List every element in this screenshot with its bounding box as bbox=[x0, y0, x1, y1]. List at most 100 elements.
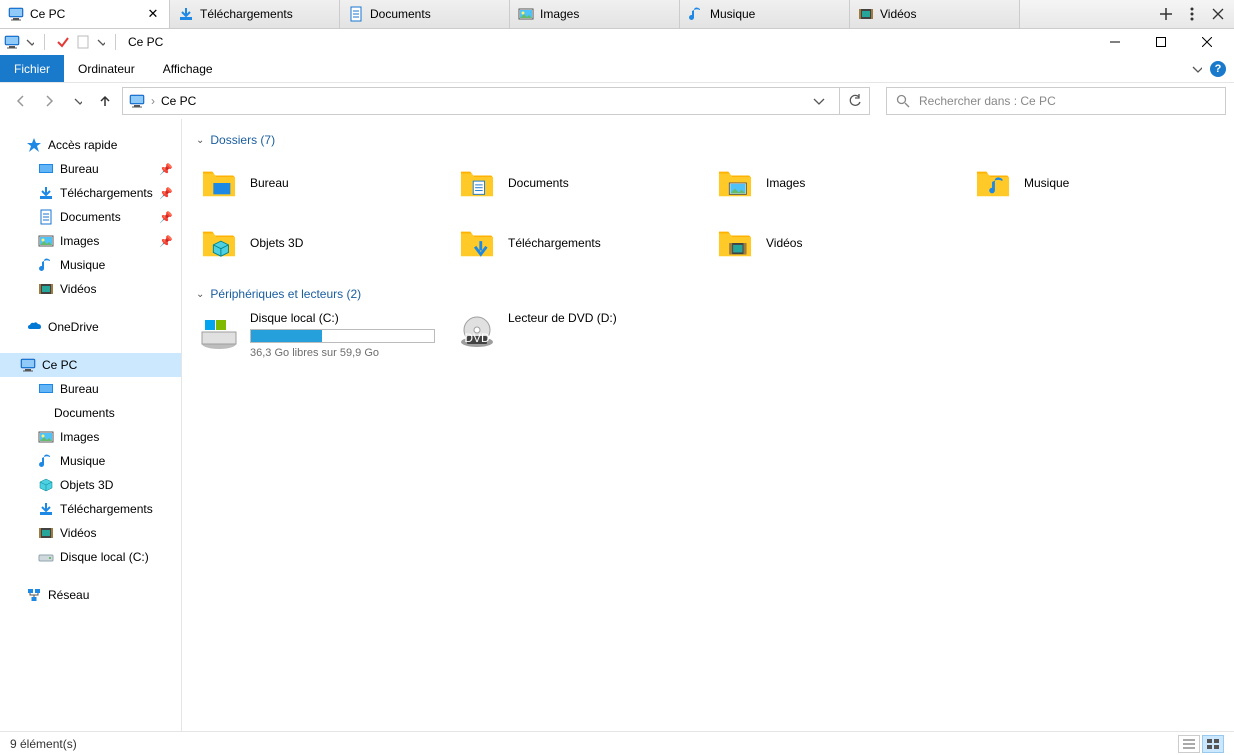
tab-images[interactable]: Images bbox=[510, 0, 680, 28]
maximize-button[interactable] bbox=[1138, 29, 1184, 55]
desktop-icon bbox=[38, 161, 54, 177]
content-area: ⌄ Dossiers (7) Bureau Documents Images M… bbox=[182, 119, 1234, 731]
forward-button[interactable] bbox=[38, 90, 60, 112]
desktop-icon bbox=[38, 381, 54, 397]
folder-videos[interactable]: Vidéos bbox=[712, 215, 962, 271]
status-bar: 9 élément(s) bbox=[0, 731, 1234, 755]
new-tab-button[interactable] bbox=[1158, 6, 1174, 22]
chevron-down-icon: ⌄ bbox=[196, 289, 204, 300]
sidebar-item-musique[interactable]: Musique bbox=[0, 253, 181, 277]
address-dropdown-icon[interactable] bbox=[811, 93, 833, 109]
video-icon bbox=[858, 6, 874, 22]
back-button[interactable] bbox=[10, 90, 32, 112]
up-button[interactable] bbox=[94, 90, 116, 112]
folder-bureau[interactable]: Bureau bbox=[196, 155, 446, 211]
sidebar-item-objets3d[interactable]: Objets 3D bbox=[0, 473, 181, 497]
section-folders-header[interactable]: ⌄ Dossiers (7) bbox=[196, 133, 1220, 147]
title-bar: Ce PC bbox=[0, 29, 1234, 55]
star-icon bbox=[26, 137, 42, 153]
minimize-button[interactable] bbox=[1092, 29, 1138, 55]
folder-musique[interactable]: Musique bbox=[970, 155, 1220, 211]
close-button[interactable] bbox=[1184, 29, 1230, 55]
qat-chevron-icon[interactable] bbox=[95, 34, 105, 50]
sidebar-item-bureau[interactable]: Bureau📌 bbox=[0, 157, 181, 181]
drive-icon bbox=[38, 549, 54, 565]
document-icon bbox=[348, 6, 364, 22]
music-icon bbox=[38, 257, 54, 273]
search-icon bbox=[895, 93, 911, 109]
tab-musique[interactable]: Musique bbox=[680, 0, 850, 28]
search-input[interactable] bbox=[919, 94, 1217, 108]
download-icon bbox=[38, 501, 54, 517]
tab-menu-button[interactable] bbox=[1184, 6, 1200, 22]
qat-dropdown-icon[interactable] bbox=[24, 34, 34, 50]
ribbon-tab-file[interactable]: Fichier bbox=[0, 55, 64, 82]
tab-label: Documents bbox=[370, 7, 501, 21]
folder-images[interactable]: Images bbox=[712, 155, 962, 211]
tab-label: Ce PC bbox=[30, 7, 139, 21]
music-icon bbox=[688, 6, 704, 22]
status-count: 9 élément(s) bbox=[10, 737, 77, 751]
network-icon bbox=[26, 587, 42, 603]
sidebar-onedrive[interactable]: OneDrive bbox=[0, 315, 181, 339]
help-button[interactable]: ? bbox=[1210, 61, 1226, 77]
video-icon bbox=[38, 281, 54, 297]
sidebar-network[interactable]: Réseau bbox=[0, 583, 181, 607]
folder-telechargements[interactable]: Téléchargements bbox=[454, 215, 704, 271]
sidebar-item-telechargements[interactable]: Téléchargements bbox=[0, 497, 181, 521]
devices-grid: Disque local (C:) 36,3 Go libres sur 59,… bbox=[196, 309, 1220, 361]
folder-objets3d[interactable]: Objets 3D bbox=[196, 215, 446, 271]
window-tab-bar: Ce PC ✕ Téléchargements Documents Images… bbox=[0, 0, 1234, 29]
sidebar: Accès rapide Bureau📌 Téléchargements📌 Do… bbox=[0, 119, 182, 731]
tab-ce-pc[interactable]: Ce PC ✕ bbox=[0, 0, 170, 28]
sidebar-quick-access[interactable]: Accès rapide bbox=[0, 133, 181, 157]
view-details-button[interactable] bbox=[1178, 735, 1200, 753]
monitor-icon bbox=[20, 357, 36, 373]
address-text: Ce PC bbox=[161, 94, 196, 108]
sidebar-this-pc[interactable]: Ce PC bbox=[0, 353, 181, 377]
tab-telechargements[interactable]: Téléchargements bbox=[170, 0, 340, 28]
sidebar-item-bureau[interactable]: Bureau bbox=[0, 377, 181, 401]
close-icon[interactable]: ✕ bbox=[145, 6, 161, 22]
sidebar-item-documents[interactable]: Documents📌 bbox=[0, 205, 181, 229]
images-icon bbox=[518, 6, 534, 22]
sidebar-item-videos[interactable]: Vidéos bbox=[0, 277, 181, 301]
tab-label: Musique bbox=[710, 7, 841, 21]
device-dvd[interactable]: Lecteur de DVD (D:) bbox=[454, 309, 704, 361]
pin-icon: 📌 bbox=[159, 187, 173, 200]
sidebar-item-documents[interactable]: Documents bbox=[0, 401, 181, 425]
address-bar[interactable]: › Ce PC bbox=[122, 87, 840, 115]
search-box[interactable] bbox=[886, 87, 1226, 115]
ribbon-expand-icon[interactable] bbox=[1190, 61, 1202, 77]
app-icon[interactable] bbox=[4, 34, 20, 50]
tab-label: Images bbox=[540, 7, 671, 21]
refresh-button[interactable] bbox=[840, 87, 870, 115]
tab-label: Téléchargements bbox=[200, 7, 331, 21]
sidebar-item-telechargements[interactable]: Téléchargements📌 bbox=[0, 181, 181, 205]
sidebar-item-images[interactable]: Images bbox=[0, 425, 181, 449]
download-icon bbox=[38, 185, 54, 201]
tab-label: Vidéos bbox=[880, 7, 1011, 21]
pin-icon: 📌 bbox=[159, 163, 173, 176]
new-item-icon[interactable] bbox=[75, 34, 91, 50]
tab-videos[interactable]: Vidéos bbox=[850, 0, 1020, 28]
sidebar-item-videos[interactable]: Vidéos bbox=[0, 521, 181, 545]
sidebar-item-musique[interactable]: Musique bbox=[0, 449, 181, 473]
document-icon bbox=[38, 209, 54, 225]
device-disque-c[interactable]: Disque local (C:) 36,3 Go libres sur 59,… bbox=[196, 309, 446, 361]
ribbon: Fichier Ordinateur Affichage ? bbox=[0, 55, 1234, 83]
objects3d-icon bbox=[38, 477, 54, 493]
ribbon-tab-computer[interactable]: Ordinateur bbox=[64, 55, 149, 82]
section-devices-header[interactable]: ⌄ Périphériques et lecteurs (2) bbox=[196, 287, 1220, 301]
close-tabs-button[interactable] bbox=[1210, 6, 1226, 22]
properties-icon[interactable] bbox=[55, 34, 71, 50]
nav-row: › Ce PC bbox=[0, 83, 1234, 119]
sidebar-item-images[interactable]: Images📌 bbox=[0, 229, 181, 253]
pin-icon: 📌 bbox=[159, 211, 173, 224]
recent-button[interactable] bbox=[66, 90, 88, 112]
folder-documents[interactable]: Documents bbox=[454, 155, 704, 211]
ribbon-tab-view[interactable]: Affichage bbox=[149, 55, 227, 82]
view-tiles-button[interactable] bbox=[1202, 735, 1224, 753]
tab-documents[interactable]: Documents bbox=[340, 0, 510, 28]
sidebar-item-disque-c[interactable]: Disque local (C:) bbox=[0, 545, 181, 569]
